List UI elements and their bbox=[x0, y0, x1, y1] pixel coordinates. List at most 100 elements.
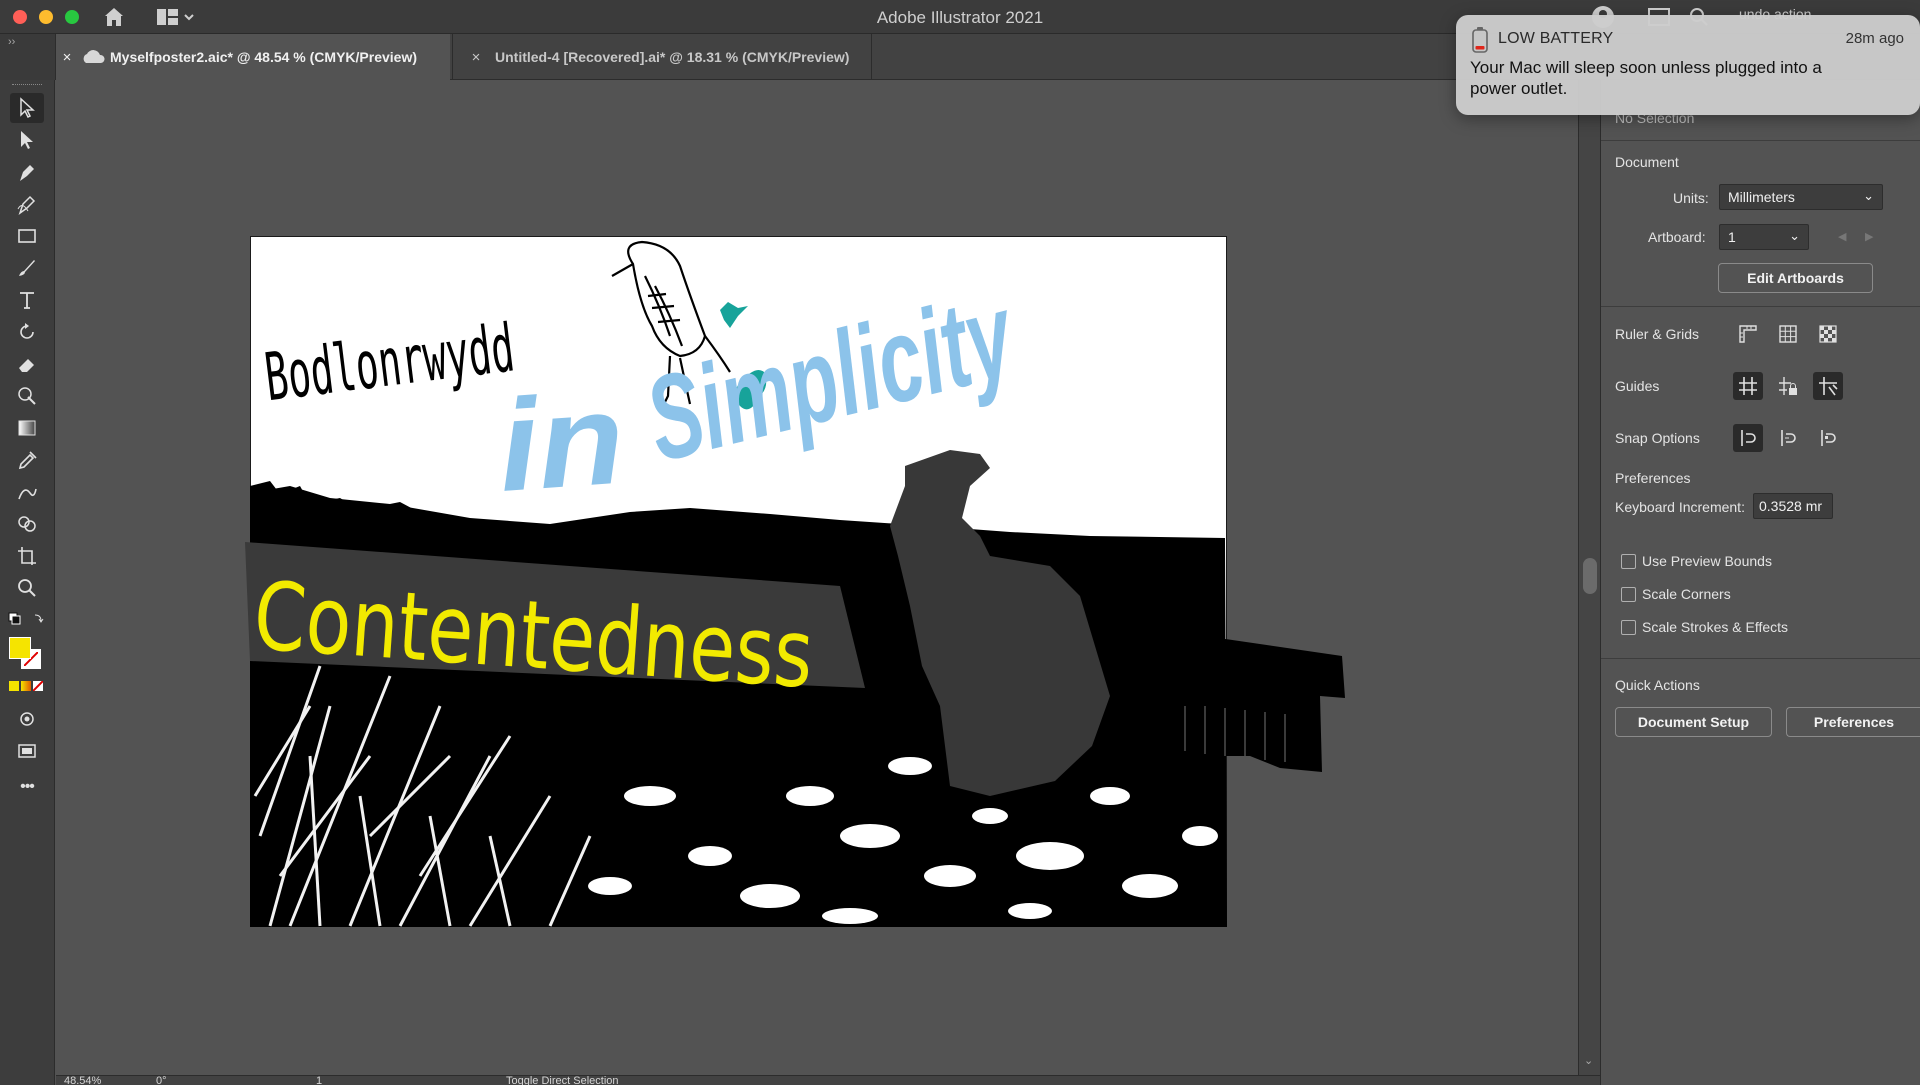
artboard-dropdown[interactable]: 1 ⌄ bbox=[1719, 224, 1809, 250]
tab-myselfposter2[interactable]: × Myselfposter2.aic* @ 48.54 % (CMYK/Pre… bbox=[56, 34, 450, 80]
screen-mode-tool[interactable] bbox=[10, 736, 44, 766]
snap-to-pixel-button[interactable] bbox=[1773, 424, 1803, 452]
scale-corners-checkbox[interactable]: Scale Corners bbox=[1621, 586, 1731, 602]
snap-to-grid-button[interactable] bbox=[1813, 424, 1843, 452]
lock-guides-icon bbox=[1779, 377, 1797, 395]
guides-label: Guides bbox=[1615, 378, 1660, 394]
rotate-tool[interactable] bbox=[10, 317, 44, 347]
vertical-scrollbar[interactable]: ⌄ bbox=[1578, 80, 1600, 1075]
selection-tool[interactable] bbox=[10, 93, 44, 123]
checkbox-box[interactable] bbox=[1621, 586, 1636, 602]
snap-options-label: Snap Options bbox=[1615, 430, 1700, 446]
divider bbox=[1601, 140, 1920, 141]
cloud-document-icon bbox=[83, 50, 105, 63]
lock-guides-button[interactable] bbox=[1773, 372, 1803, 400]
keyboard-increment-label: Keyboard Increment: bbox=[1615, 499, 1745, 515]
close-tab-icon[interactable]: × bbox=[56, 49, 78, 66]
scrollbar-thumb[interactable] bbox=[1583, 558, 1597, 594]
pen-tool[interactable] bbox=[10, 157, 44, 187]
units-dropdown[interactable]: Millimeters ⌄ bbox=[1719, 184, 1883, 210]
keyboard-increment-input[interactable]: 0.3528 mr bbox=[1753, 493, 1833, 519]
draw-mode-icon bbox=[20, 712, 34, 726]
ruler-icon bbox=[1739, 325, 1757, 343]
document-setup-button[interactable]: Document Setup bbox=[1615, 707, 1772, 737]
checkbox-label: Scale Strokes & Effects bbox=[1642, 619, 1789, 635]
low-battery-notification[interactable]: LOW BATTERY 28m ago Your Mac will sleep … bbox=[1456, 15, 1920, 115]
properties-panel: No Selection Document Units: Millimeters… bbox=[1600, 80, 1920, 1085]
color-mode-buttons[interactable] bbox=[9, 681, 45, 693]
poster-artwork[interactable]: Bodlonrwydd in Simplicity Contentedness bbox=[245, 236, 1348, 927]
direct-selection-tool[interactable] bbox=[10, 125, 44, 155]
puppet-warp-tool[interactable] bbox=[10, 381, 44, 411]
none-slash-icon bbox=[33, 681, 43, 691]
grid-icon bbox=[1779, 325, 1797, 343]
snap-to-point-button[interactable] bbox=[1733, 424, 1763, 452]
artboard-tool[interactable] bbox=[10, 541, 44, 571]
direct-selection-icon bbox=[21, 131, 33, 149]
curvature-tool[interactable] bbox=[10, 189, 44, 219]
paintbrush-tool[interactable] bbox=[10, 253, 44, 283]
edit-artboards-button[interactable]: Edit Artboards bbox=[1718, 263, 1873, 293]
preferences-button[interactable]: Preferences bbox=[1786, 707, 1920, 737]
eyedropper-tool[interactable] bbox=[10, 445, 44, 475]
eraser-icon bbox=[19, 359, 34, 372]
guides-icon bbox=[1739, 377, 1757, 395]
edit-toolbar-button[interactable]: ••• bbox=[10, 772, 44, 802]
shape-builder-tool[interactable] bbox=[10, 509, 44, 539]
checkbox-box[interactable] bbox=[1621, 553, 1636, 569]
eraser-tool[interactable] bbox=[10, 349, 44, 379]
notification-time: 28m ago bbox=[1845, 30, 1904, 47]
toggle-grid-button[interactable] bbox=[1773, 320, 1803, 348]
gradient-tool[interactable] bbox=[10, 413, 44, 443]
tab-untitled-4[interactable]: × Untitled-4 [Recovered].ai* @ 18.31 % (… bbox=[452, 34, 872, 80]
snap-pixel-icon bbox=[1781, 430, 1796, 446]
expand-chevrons-icon[interactable]: ›› bbox=[8, 36, 15, 48]
fill-swatch[interactable] bbox=[9, 637, 31, 659]
toolbar-grip[interactable] bbox=[12, 84, 42, 87]
battery-icon bbox=[1472, 27, 1488, 53]
panel-collapse-handle[interactable]: ›› bbox=[0, 34, 56, 80]
scroll-down-icon[interactable]: ⌄ bbox=[1584, 1054, 1593, 1067]
blend-tool[interactable] bbox=[10, 477, 44, 507]
shape-builder-icon bbox=[18, 516, 36, 532]
rectangle-tool[interactable] bbox=[10, 221, 44, 251]
use-preview-bounds-checkbox[interactable]: Use Preview Bounds bbox=[1621, 553, 1772, 569]
type-tool[interactable] bbox=[10, 285, 44, 315]
snap-grid-icon bbox=[1821, 430, 1836, 446]
artboard-icon bbox=[18, 547, 36, 565]
default-colors-icon bbox=[8, 612, 44, 625]
artboard-number[interactable]: 1 bbox=[316, 1076, 322, 1085]
previous-artboard-icon[interactable]: ◀ bbox=[1838, 230, 1846, 243]
fill-stroke-swatches[interactable] bbox=[7, 635, 47, 671]
rotation-value[interactable]: 0° bbox=[156, 1076, 167, 1085]
next-artboard-icon[interactable]: ▶ bbox=[1865, 230, 1873, 243]
close-tab-icon[interactable]: × bbox=[465, 49, 487, 66]
welsh-title[interactable]: Bodlonrwydd bbox=[261, 309, 519, 416]
document-section-title: Document bbox=[1615, 154, 1679, 170]
checkbox-label: Use Preview Bounds bbox=[1642, 553, 1772, 569]
teal-bird-small bbox=[720, 302, 748, 328]
units-value: Millimeters bbox=[1728, 189, 1795, 205]
rectangle-icon bbox=[18, 229, 36, 243]
smart-guides-button[interactable] bbox=[1813, 372, 1843, 400]
status-hint: Toggle Direct Selection bbox=[506, 1075, 619, 1085]
draw-mode-tool[interactable] bbox=[10, 704, 44, 734]
checkbox-label: Scale Corners bbox=[1642, 586, 1731, 602]
toggle-guides-button[interactable] bbox=[1733, 372, 1763, 400]
checkbox-box[interactable] bbox=[1621, 619, 1636, 635]
chevron-down-icon: ⌄ bbox=[1789, 228, 1800, 243]
gradient-mode-icon[interactable] bbox=[21, 681, 31, 691]
screen-mode-icon bbox=[18, 744, 36, 758]
scale-strokes-effects-checkbox[interactable]: Scale Strokes & Effects bbox=[1621, 619, 1788, 635]
swap-fill-stroke[interactable] bbox=[7, 609, 47, 629]
preferences-section-title: Preferences bbox=[1615, 470, 1691, 486]
zoom-tool[interactable] bbox=[10, 573, 44, 603]
title-in[interactable]: in bbox=[494, 365, 629, 519]
curvature-pen-icon bbox=[17, 195, 36, 215]
toggle-rulers-button[interactable] bbox=[1733, 320, 1763, 348]
zoom-level[interactable]: 48.54% bbox=[64, 1076, 101, 1085]
toggle-transparency-grid-button[interactable] bbox=[1813, 320, 1843, 348]
tools-panel: ••• bbox=[0, 80, 55, 1085]
none-mode-icon[interactable] bbox=[33, 681, 43, 691]
color-mode-icon[interactable] bbox=[9, 681, 19, 691]
